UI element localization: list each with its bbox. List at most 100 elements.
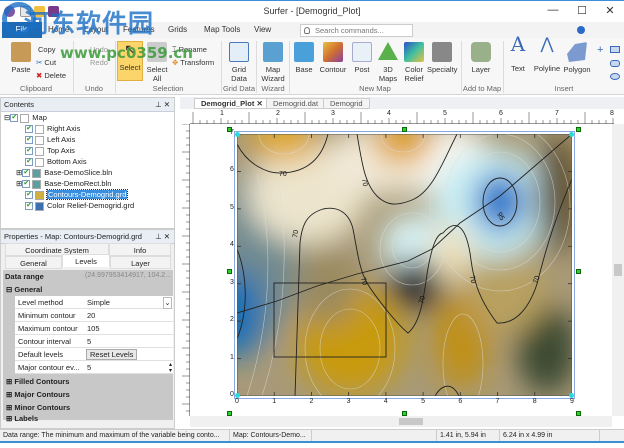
ellipse-icon[interactable]	[610, 73, 620, 80]
resize-handle[interactable]	[576, 411, 581, 416]
tree-item-map[interactable]: ⊟✔ Map	[4, 112, 47, 123]
tree-item-base-demoslice[interactable]: ⊞✔ Base-DemoSlice.bln	[16, 167, 112, 178]
text-label: Text	[511, 64, 525, 73]
tab-demogrid-plot[interactable]: Demogrid_Plot ✕	[194, 98, 270, 109]
checkbox[interactable]: ✔	[25, 202, 33, 211]
reset-levels-button[interactable]: Reset Levels	[86, 349, 138, 360]
point-icon[interactable]: +	[597, 44, 603, 56]
checkbox[interactable]: ✔	[10, 114, 19, 123]
pin-close-icons[interactable]: ⊥ ✕	[155, 232, 170, 241]
scroll-thumb[interactable]	[614, 264, 622, 276]
close-button[interactable]: ✕	[598, 4, 622, 20]
copy-button[interactable]: Copy	[38, 45, 56, 54]
resize-handle[interactable]	[227, 411, 232, 416]
checkbox[interactable]: ✔	[25, 136, 33, 145]
paste-button[interactable]: Paste	[8, 42, 34, 74]
search-input[interactable]: Search commands...	[300, 24, 413, 37]
checkbox[interactable]: ✔	[25, 125, 33, 134]
rounded-rectangle-icon[interactable]	[610, 60, 620, 67]
tree-item-bottom-axis[interactable]: ✔ Bottom Axis	[25, 156, 87, 167]
level-method-select[interactable]: Simple	[87, 296, 110, 309]
tree-item-right-axis[interactable]: ✔ Right Axis	[25, 123, 80, 134]
filled-contours-section[interactable]: ⊞ Filled Contours	[6, 375, 69, 388]
corner-handle[interactable]	[569, 132, 574, 137]
tab-view[interactable]: View	[254, 25, 271, 34]
general-section[interactable]: ⊟ General	[6, 283, 42, 296]
resize-handle[interactable]	[227, 269, 232, 274]
tab-map-tools[interactable]: Map Tools	[204, 25, 240, 34]
minimize-button[interactable]: —	[541, 4, 565, 20]
grid-data-button[interactable]: Grid Data	[225, 42, 253, 83]
resize-handle[interactable]	[576, 269, 581, 274]
close-icon[interactable]: ✕	[256, 99, 262, 108]
maximize-button[interactable]: ☐	[570, 4, 594, 20]
resize-handle[interactable]	[402, 411, 407, 416]
status-help: Data range: The minimum and maximum of t…	[0, 430, 230, 441]
chevron-down-icon[interactable]: ⌄	[163, 297, 172, 309]
contour-map-button[interactable]: Contour	[318, 42, 348, 74]
text-button[interactable]: A Text	[507, 34, 529, 73]
x-tick-label: 5	[421, 398, 426, 405]
properties-title: Properties - Map: Contours-Demogrid.grd	[4, 232, 142, 241]
tree-item-top-axis[interactable]: ✔ Top Axis	[25, 145, 75, 156]
tree-item-contours-demogrid[interactable]: ✔ Contours-Demogrid.grd	[25, 189, 129, 200]
ruler-ticks	[192, 112, 614, 124]
tab-general[interactable]: General	[5, 256, 62, 269]
checkbox[interactable]: ✔	[25, 158, 33, 167]
tab-levels[interactable]: Levels	[62, 254, 110, 267]
scroll-thumb[interactable]	[399, 418, 423, 425]
labels-section[interactable]: ⊞ Labels	[6, 414, 38, 424]
level-method-row[interactable]: Level method Simple ⌄	[15, 296, 173, 309]
major-contours-section[interactable]: ⊞ Major Contours	[6, 388, 70, 401]
select-label: Select	[119, 63, 141, 72]
tab-info[interactable]: Info	[109, 243, 171, 256]
polyline-button[interactable]: ⋀ Polyline	[532, 37, 562, 74]
specialty-button[interactable]: Specialty	[427, 42, 457, 74]
major-contour-every-row[interactable]: Major contour ev... 5 ▴ ▾	[15, 361, 173, 374]
maximum-contour-row[interactable]: Maximum contour 105	[15, 322, 173, 335]
minor-contours-section[interactable]: ⊞ Minor Contours	[6, 401, 70, 414]
checkbox[interactable]: ✔	[25, 147, 33, 156]
maximum-contour-input[interactable]: 105	[87, 322, 100, 335]
3d-maps-button[interactable]: 3D Maps	[375, 42, 401, 83]
contour-interval-input[interactable]: 5	[87, 335, 91, 348]
tab-grids[interactable]: Grids	[168, 25, 187, 34]
tree-item-color-relief-demogrid[interactable]: ✔ Color Relief-Demogrid.grd	[25, 200, 134, 211]
tree-item-base-demorect[interactable]: ⊞✔ Base-DemoRect.bln	[16, 178, 111, 189]
map-frame[interactable]: 70 70 70 70 70 70 70 95 0123456789012345…	[227, 127, 581, 418]
add-layer-button[interactable]: Layer	[466, 42, 496, 74]
minimum-contour-input[interactable]: 20	[87, 309, 95, 322]
minimum-contour-row[interactable]: Minimum contour 20	[15, 309, 173, 322]
post-map-button[interactable]: Post	[350, 42, 374, 74]
default-levels-row[interactable]: Default levels Reset Levels	[15, 348, 173, 361]
contour-interval-row[interactable]: Contour interval 5	[15, 335, 173, 348]
corner-handle[interactable]	[235, 132, 240, 137]
base-map-button[interactable]: Base	[292, 42, 316, 74]
row-label: Default levels	[18, 350, 64, 359]
pin-close-icons[interactable]: ⊥ ✕	[155, 100, 170, 109]
map-wizard-button[interactable]: Map Wizard	[259, 42, 287, 83]
checkbox[interactable]: ✔	[25, 191, 33, 200]
tab-demogrid[interactable]: Demogrid	[323, 98, 370, 109]
color-relief-button[interactable]: Color Relief	[402, 42, 426, 83]
tab-demogrid-dat[interactable]: Demogrid.dat	[266, 98, 326, 109]
polygon-label: Polygon	[563, 65, 591, 74]
resize-handle[interactable]	[402, 127, 407, 132]
properties-header: Properties - Map: Contours-Demogrid.grd ⊥…	[1, 230, 174, 244]
rectangle-icon[interactable]	[610, 46, 620, 53]
tree-item-left-axis[interactable]: ✔ Left Axis	[25, 134, 75, 145]
checkbox[interactable]: ✔	[22, 169, 31, 178]
help-icon[interactable]	[577, 26, 585, 34]
row-label: Major contour ev...	[18, 363, 80, 372]
spinner-icon[interactable]: ▴ ▾	[169, 362, 172, 374]
vertical-scrollbar[interactable]	[612, 124, 624, 416]
checkbox[interactable]: ✔	[22, 180, 31, 189]
polygon-button[interactable]: Polygon	[562, 42, 592, 74]
paste-label: Paste	[11, 65, 31, 74]
cut-button[interactable]: ✂ Cut	[36, 58, 56, 67]
tab-layer[interactable]: Layer	[110, 256, 171, 269]
major-contour-stepper[interactable]: 5	[87, 361, 91, 374]
contents-title: Contents	[4, 100, 35, 109]
resize-handle[interactable]	[576, 127, 581, 132]
delete-button[interactable]: ✖ Delete	[36, 71, 66, 80]
